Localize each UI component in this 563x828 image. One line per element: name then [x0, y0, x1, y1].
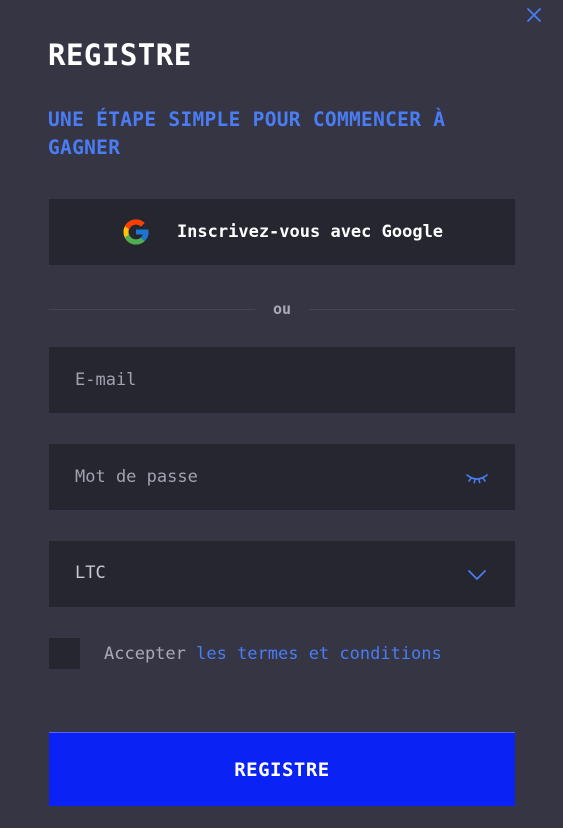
google-signup-label: Inscrivez-vous avec Google: [176, 222, 444, 242]
email-field-wrapper: [49, 347, 515, 413]
divider-line-right: [309, 309, 515, 310]
currency-selected-value: LTC: [75, 563, 106, 583]
email-input[interactable]: [49, 347, 515, 413]
google-signup-button[interactable]: Inscrivez-vous avec Google: [49, 199, 515, 265]
close-button[interactable]: [525, 6, 543, 24]
password-input[interactable]: [49, 444, 515, 510]
close-icon: [527, 8, 541, 22]
register-modal: REGISTRE UNE ÉTAPE SIMPLE POUR COMMENCER…: [0, 0, 563, 828]
terms-prefix: Accepter: [104, 643, 197, 664]
or-divider: ou: [49, 300, 515, 320]
eye-closed-icon[interactable]: [465, 468, 489, 488]
register-submit-button[interactable]: REGISTRE: [49, 732, 515, 806]
password-field-wrapper: [49, 444, 515, 510]
currency-select[interactable]: LTC: [49, 541, 515, 607]
modal-subtitle: UNE ÉTAPE SIMPLE POUR COMMENCER À GAGNER: [48, 108, 446, 159]
terms-checkbox[interactable]: [49, 638, 80, 669]
terms-row: Accepter les termes et conditions: [49, 638, 442, 669]
terms-text: Accepter les termes et conditions: [104, 644, 442, 664]
modal-title: REGISTRE: [48, 38, 192, 72]
google-icon: [123, 219, 149, 245]
chevron-down-icon: [468, 570, 486, 580]
terms-link[interactable]: les termes et conditions: [196, 644, 442, 664]
